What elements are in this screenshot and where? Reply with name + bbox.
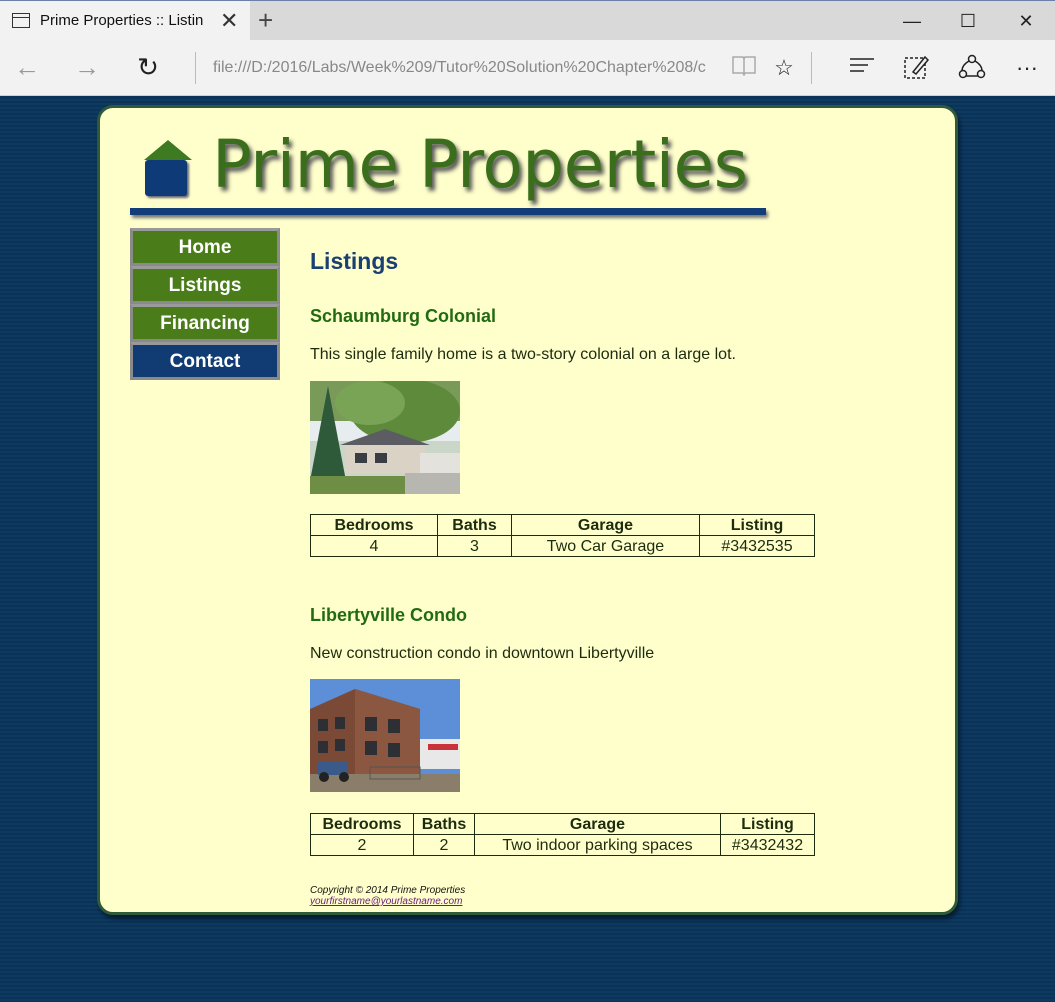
maximize-icon[interactable]: ☐: [953, 6, 983, 36]
house-roof-icon: [144, 140, 192, 160]
tab-icon: [12, 13, 30, 28]
listing-specs-table: Bedrooms Baths Garage Listing 2 2 Two in…: [310, 813, 815, 856]
divider: [811, 52, 812, 84]
page-container: Prime Properties Home Listings Financing…: [97, 105, 958, 915]
nav-financing[interactable]: Financing: [130, 304, 280, 342]
column-header: Listing: [720, 813, 815, 835]
star-icon[interactable]: ☆: [770, 54, 798, 82]
table-cell: #3432535: [699, 535, 815, 557]
browser-tab[interactable]: Prime Properties :: Listin ✕: [0, 1, 250, 41]
nav-home[interactable]: Home: [130, 228, 280, 266]
column-header: Baths: [437, 514, 512, 536]
main-nav: Home Listings Financing Contact: [130, 228, 280, 380]
forward-arrow-icon[interactable]: →: [70, 52, 104, 82]
table-row: 4 3 Two Car Garage #3432535: [310, 535, 815, 557]
listing-description: This single family home is a two-story c…: [310, 346, 736, 363]
table-cell: #3432432: [720, 834, 815, 856]
listing-photo-condo: [310, 679, 460, 792]
column-header: Garage: [511, 514, 700, 536]
listing-description: New construction condo in downtown Liber…: [310, 645, 655, 662]
divider: [195, 52, 196, 84]
address-bar: ← → ↻ file:///D:/2016/Labs/Week%209/Tuto…: [0, 40, 1055, 96]
listing-photo-colonial: [310, 381, 460, 494]
table-header-row: Bedrooms Baths Garage Listing: [310, 813, 815, 835]
column-header: Bedrooms: [310, 514, 438, 536]
listing-title: Libertyville Condo: [310, 605, 468, 625]
book-icon[interactable]: [730, 54, 758, 82]
nav-listings[interactable]: Listings: [130, 266, 280, 304]
window-close-icon[interactable]: ✕: [1011, 6, 1041, 36]
close-icon[interactable]: ✕: [220, 7, 238, 35]
pen-note-icon[interactable]: [902, 54, 930, 82]
logo-underline: [130, 208, 766, 215]
table-cell: 4: [310, 535, 438, 557]
nav-contact[interactable]: Contact: [130, 342, 280, 380]
site-logo: Prime Properties: [130, 126, 770, 220]
column-header: Garage: [474, 813, 721, 835]
listing-title: Schaumburg Colonial: [310, 306, 497, 326]
minimize-icon[interactable]: —: [897, 6, 927, 36]
table-cell: 2: [413, 834, 475, 856]
plus-icon[interactable]: +: [258, 5, 273, 35]
table-header-row: Bedrooms Baths Garage Listing: [310, 514, 815, 536]
share-icon[interactable]: [958, 54, 986, 82]
back-arrow-icon[interactable]: ←: [10, 52, 44, 82]
hub-icon[interactable]: [848, 54, 876, 82]
url-field[interactable]: file:///D:/2016/Labs/Week%209/Tutor%20So…: [213, 59, 710, 77]
table-cell: Two indoor parking spaces: [474, 834, 721, 856]
logo-text: Prime Properties: [212, 126, 748, 203]
column-header: Listing: [699, 514, 815, 536]
page-title: Listings: [310, 248, 399, 274]
tab-bar: Prime Properties :: Listin ✕ + — ☐ ✕: [0, 0, 1055, 41]
footer: Copyright © 2014 Prime Properties yourfi…: [310, 885, 465, 907]
column-header: Baths: [413, 813, 475, 835]
column-header: Bedrooms: [310, 813, 414, 835]
table-cell: 2: [310, 834, 414, 856]
listing-specs-table: Bedrooms Baths Garage Listing 4 3 Two Ca…: [310, 514, 815, 557]
table-cell: 3: [437, 535, 512, 557]
refresh-icon[interactable]: ↻: [131, 52, 165, 82]
table-row: 2 2 Two indoor parking spaces #3432432: [310, 834, 815, 856]
house-icon: [145, 160, 187, 196]
copyright-text: Copyright © 2014 Prime Properties: [310, 885, 466, 896]
tab-title: Prime Properties :: Listin: [40, 12, 204, 29]
table-cell: Two Car Garage: [511, 535, 700, 557]
more-icon[interactable]: ···: [1013, 54, 1041, 82]
page-viewport: Prime Properties Home Listings Financing…: [0, 97, 1055, 1002]
email-link[interactable]: yourfirstname@yourlastname.com: [310, 896, 462, 907]
